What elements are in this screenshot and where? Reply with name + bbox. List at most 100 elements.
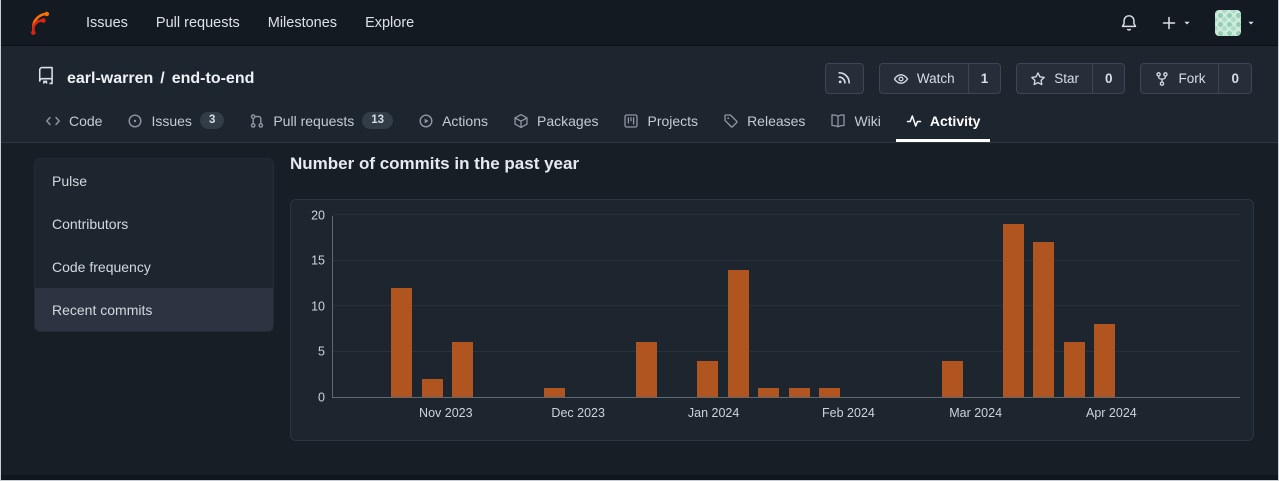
commit-bar: [1002, 224, 1024, 397]
sidebar-item-label: Contributors: [52, 215, 129, 232]
y-axis-tick-label: 15: [311, 253, 325, 268]
y-axis-tick-label: 20: [311, 207, 325, 222]
code-icon: [45, 113, 61, 129]
tab-releases[interactable]: Releases: [713, 102, 815, 142]
tab-label: Actions: [442, 112, 488, 129]
tab-label: Issues: [151, 112, 192, 129]
commit-bar: [544, 387, 566, 397]
sidebar-item-label: Code frequency: [52, 258, 151, 275]
x-axis-tick-label: Nov 2023: [419, 406, 473, 420]
repo-title: earl-warren / end-to-end: [67, 70, 254, 88]
gridline: [333, 305, 1240, 306]
tab-label: Activity: [929, 112, 981, 129]
x-axis-tick-label: Feb 2024: [822, 406, 875, 420]
commits-bar-chart: 0 5 10 15 20 Nov 2023 Dec 2023 Jan 2024 Feb 2024…: [311, 209, 1240, 420]
forgejo-repo-activity-page: Issues Pull requests Milestones Explore ear…: [0, 0, 1279, 481]
watch-label: Watch: [916, 71, 955, 86]
repo-name-link[interactable]: end-to-end: [172, 70, 255, 88]
commit-bar: [1094, 324, 1116, 397]
sidebar-item-label: Pulse: [52, 172, 88, 189]
fork-count[interactable]: 0: [1218, 64, 1251, 93]
tab-code[interactable]: Code: [35, 102, 112, 142]
sidebar-item-recent-commits[interactable]: Recent commits: [35, 288, 273, 331]
commit-bar: [788, 387, 810, 397]
package-icon: [513, 113, 529, 129]
tab-projects[interactable]: Projects: [613, 102, 708, 142]
tab-label: Pull requests: [273, 112, 355, 129]
commit-bar: [697, 360, 718, 397]
y-axis-tick-label: 0: [318, 389, 325, 404]
user-menu-dropdown[interactable]: [1215, 9, 1256, 36]
repo-title-divider: /: [160, 69, 165, 87]
repo-icon: [37, 66, 56, 90]
tab-label: Packages: [537, 112, 599, 129]
tab-count-badge: 13: [362, 111, 394, 130]
x-axis-tick-label: Mar 2024: [949, 406, 1003, 420]
repo-owner-link[interactable]: earl-warren: [67, 70, 153, 88]
bell-icon: [1120, 14, 1138, 32]
sidebar-item-label: Recent commits: [52, 301, 153, 318]
fork-label: Fork: [1178, 71, 1206, 86]
navbar-link-pull-requests[interactable]: Pull requests: [156, 0, 240, 46]
repo-title-row: earl-warren / end-to-end Watch 1 Star 0 Fork…: [1, 46, 1278, 94]
avatar: [1215, 9, 1241, 36]
commits-chart-panel: 0 5 10 15 20 Nov 2023 Dec 2023 Jan 2024 Feb 2024…: [290, 199, 1254, 441]
activity-sidebar: Pulse Contributors Code frequency Recent co…: [34, 158, 274, 332]
notifications-button[interactable]: [1120, 14, 1138, 32]
y-axis-tick-label: 5: [318, 344, 325, 359]
commit-bar: [452, 342, 474, 397]
star-label: Star: [1054, 71, 1079, 86]
eye-icon: [893, 71, 909, 87]
tab-wiki[interactable]: Wiki: [820, 102, 890, 142]
navbar-link-milestones[interactable]: Milestones: [268, 0, 337, 46]
gridline: [333, 214, 1240, 215]
commit-bar: [941, 360, 963, 397]
chart-title: Number of commits in the past year: [290, 154, 580, 173]
sidebar-item-code-frequency[interactable]: Code frequency: [35, 245, 273, 288]
tab-issues[interactable]: Issues 3: [117, 102, 234, 142]
tab-label: Code: [69, 112, 103, 129]
navbar-links: Issues Pull requests Milestones Explore: [86, 0, 414, 46]
tab-label: Projects: [647, 112, 699, 129]
issue-circle-icon: [127, 113, 143, 129]
plus-icon: [1161, 15, 1177, 31]
navbar-right: [1120, 9, 1256, 36]
rss-button[interactable]: [824, 63, 864, 94]
repo-action-buttons: Watch 1 Star 0 Fork 0: [824, 63, 1252, 94]
fork-icon: [1154, 71, 1170, 87]
commit-bar: [421, 378, 443, 397]
sidebar-item-pulse[interactable]: Pulse: [35, 159, 273, 202]
navbar-link-explore[interactable]: Explore: [365, 0, 414, 46]
commit-bar: [1033, 242, 1055, 397]
commit-bar: [635, 342, 657, 397]
create-new-dropdown[interactable]: [1161, 15, 1192, 31]
pull-request-icon: [249, 113, 265, 129]
watch-button[interactable]: Watch 1: [878, 63, 1002, 94]
sidebar-item-contributors[interactable]: Contributors: [35, 202, 273, 245]
pulse-icon: [906, 113, 922, 129]
fork-button[interactable]: Fork 0: [1140, 63, 1252, 94]
tab-label: Wiki: [854, 112, 881, 129]
play-circle-icon: [418, 113, 434, 129]
tab-actions[interactable]: Actions: [408, 102, 498, 142]
tab-activity[interactable]: Activity: [895, 102, 991, 142]
commit-bar: [1063, 342, 1085, 397]
x-axis-tick-label: Dec 2023: [551, 406, 605, 420]
book-icon: [830, 113, 846, 129]
project-board-icon: [623, 113, 639, 129]
commit-bar: [819, 387, 841, 397]
tag-icon: [723, 113, 739, 129]
tab-label: Releases: [747, 112, 806, 129]
forgejo-logo-icon[interactable]: [27, 9, 54, 36]
tab-pull-requests[interactable]: Pull requests 13: [239, 102, 403, 142]
navbar-link-issues[interactable]: Issues: [86, 0, 128, 46]
gridline: [333, 259, 1240, 261]
watch-count[interactable]: 1: [967, 64, 1001, 93]
star-count[interactable]: 0: [1091, 64, 1125, 93]
x-axis-tick-label: Apr 2024: [1085, 406, 1137, 420]
commit-bar: [391, 287, 413, 397]
footer: [1, 475, 1278, 480]
x-axis-tick-label: Jan 2024: [687, 406, 740, 420]
star-button[interactable]: Star 0: [1016, 63, 1126, 94]
tab-packages[interactable]: Packages: [503, 102, 608, 142]
